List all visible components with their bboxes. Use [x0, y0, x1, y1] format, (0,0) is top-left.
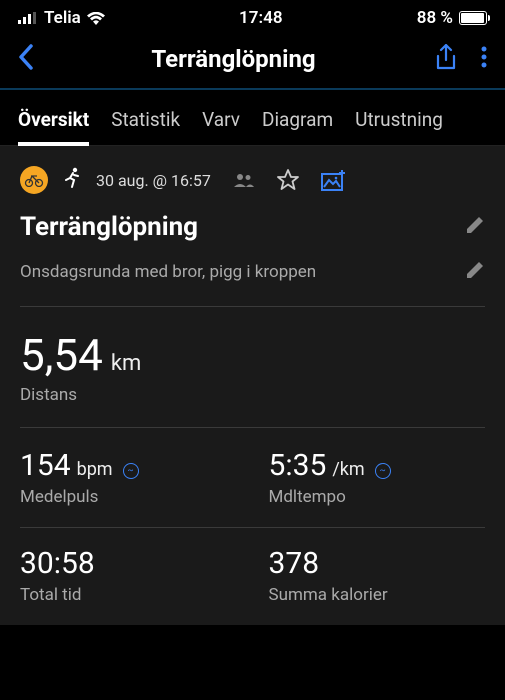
- activity-title: Terränglöpning: [20, 212, 198, 242]
- activity-content: 30 aug. @ 16:57 Terränglöpning Onsdagsru…: [0, 146, 505, 625]
- status-left: Telia: [18, 8, 105, 28]
- distance-stat: 5,54 km Distans: [20, 329, 485, 428]
- distance-label: Distans: [20, 385, 485, 405]
- page-title: Terränglöpning: [48, 45, 419, 73]
- calories-value: 378: [269, 546, 320, 581]
- tab-laps[interactable]: Varv: [202, 90, 240, 145]
- activity-title-row: Terränglöpning: [20, 212, 485, 260]
- stats-grid: 154 bpm ~ Medelpuls 5:35 /km ~ Mdltempo …: [20, 448, 485, 625]
- favorite-button[interactable]: [277, 169, 299, 191]
- signal-icon: [18, 12, 38, 24]
- calories-stat: 378 Summa kalorier: [253, 546, 486, 625]
- hr-value: 154: [20, 448, 71, 483]
- tabs: Översikt Statistik Varv Diagram Utrustni…: [0, 90, 505, 146]
- star-icon: [277, 169, 299, 191]
- chevron-left-icon: [18, 44, 34, 70]
- distance-value: 5,54: [20, 329, 103, 381]
- activity-description: Onsdagsrunda med bror, pigg i kroppen: [20, 262, 316, 282]
- time-stat: 30:58 Total tid: [20, 546, 253, 625]
- edit-description-button[interactable]: [465, 260, 485, 284]
- more-button[interactable]: [481, 46, 487, 72]
- distance-unit: km: [111, 351, 141, 376]
- wifi-icon: [87, 12, 105, 25]
- pencil-icon: [465, 260, 485, 280]
- pace-stat: 5:35 /km ~ Mdltempo: [253, 448, 486, 528]
- nav-bar: Terränglöpning: [0, 32, 505, 88]
- bike-badge-icon: [20, 166, 48, 194]
- activity-datetime: 30 aug. @ 16:57: [96, 171, 211, 190]
- add-photo-button[interactable]: [321, 169, 347, 191]
- status-bar: Telia 17:48 88 %: [0, 0, 505, 32]
- running-icon: [62, 167, 82, 194]
- pace-label: Mdltempo: [269, 487, 486, 507]
- battery-icon: [459, 11, 487, 25]
- tab-charts[interactable]: Diagram: [262, 90, 333, 145]
- activity-description-row: Onsdagsrunda med bror, pigg i kroppen: [20, 260, 485, 306]
- more-vertical-icon: [481, 46, 487, 68]
- carrier-label: Telia: [44, 8, 81, 28]
- tab-gear[interactable]: Utrustning: [355, 90, 443, 145]
- share-button[interactable]: [435, 44, 457, 74]
- divider: [20, 306, 485, 307]
- hr-stat: 154 bpm ~ Medelpuls: [20, 448, 253, 528]
- people-icon[interactable]: [233, 172, 255, 188]
- add-photo-icon: [321, 169, 347, 191]
- hr-label: Medelpuls: [20, 487, 237, 507]
- tab-statistics[interactable]: Statistik: [111, 90, 180, 145]
- calories-label: Summa kalorier: [269, 585, 486, 605]
- status-time: 17:48: [239, 8, 282, 28]
- pace-info-icon[interactable]: ~: [375, 463, 391, 479]
- pencil-icon: [465, 215, 485, 235]
- tab-overview[interactable]: Översikt: [18, 90, 89, 145]
- status-right: 88 %: [417, 8, 487, 28]
- pace-unit: /km: [332, 459, 364, 480]
- edit-title-button[interactable]: [465, 215, 485, 239]
- activity-meta-row: 30 aug. @ 16:57: [20, 160, 485, 212]
- pace-value: 5:35: [269, 448, 327, 483]
- time-label: Total tid: [20, 585, 237, 605]
- hr-unit: bpm: [77, 459, 113, 480]
- share-icon: [435, 44, 457, 70]
- hr-info-icon[interactable]: ~: [123, 463, 139, 479]
- time-value: 30:58: [20, 546, 95, 581]
- back-button[interactable]: [18, 44, 48, 74]
- battery-pct: 88 %: [417, 8, 453, 28]
